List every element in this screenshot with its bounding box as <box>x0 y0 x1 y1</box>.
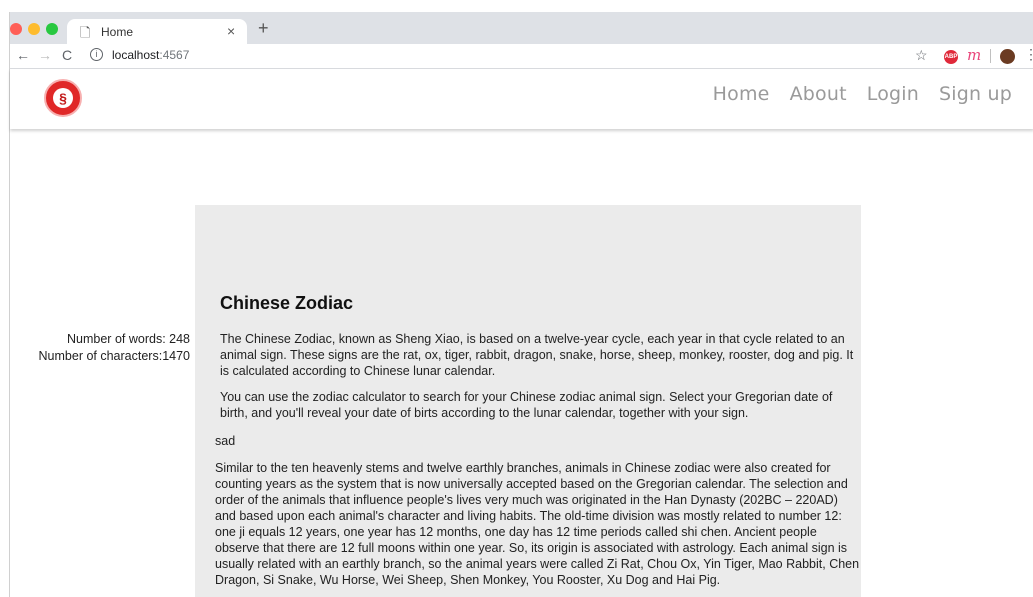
close-window-button[interactable] <box>10 23 22 35</box>
toolbar-divider <box>990 49 991 63</box>
page-icon: 🗋 <box>80 25 91 40</box>
article-title: Chinese Zodiac <box>220 293 354 313</box>
nav-signup[interactable]: Sign up <box>939 83 1012 113</box>
site-logo[interactable]: § <box>44 79 82 117</box>
mention-icon[interactable]: m <box>967 46 981 64</box>
back-icon[interactable]: ← <box>16 47 30 63</box>
minimize-window-button[interactable] <box>28 23 40 35</box>
paragraph-calculator: You can use the zodiac calculator to sea… <box>220 390 833 420</box>
article-panel: Chinese Zodiac The Chinese Zodiac, known… <box>195 205 861 597</box>
text-stats: Number of words: 248 Number of character… <box>10 331 190 365</box>
paragraph-intro: The Chinese Zodiac, known as Sheng Xiao,… <box>220 332 854 378</box>
forward-icon[interactable]: → <box>38 47 52 63</box>
logo-symbol: § <box>53 88 73 108</box>
browser-toolbar: ← → C i localhost:4567 ☆ ABP m ⋮ <box>10 44 1033 69</box>
tab-title: Home <box>101 25 134 39</box>
paragraph-history: Similar to the ten heavenly stems and tw… <box>215 461 860 587</box>
menu-kebab-icon[interactable]: ⋮ <box>1024 46 1033 63</box>
nav-about[interactable]: About <box>790 83 847 113</box>
site-header: § Home About Login Sign up <box>10 69 1033 129</box>
new-tab-button[interactable]: + <box>258 18 269 39</box>
bookmark-star-icon[interactable]: ☆ <box>915 47 928 64</box>
url-text[interactable]: localhost:4567 <box>112 48 189 62</box>
tab-strip: 🗋 Home × + <box>10 12 1033 44</box>
tab-home[interactable]: 🗋 Home × <box>67 19 247 44</box>
url-port: :4567 <box>159 48 190 62</box>
site-nav: Home About Login Sign up <box>693 83 1012 113</box>
info-icon[interactable]: i <box>90 48 103 61</box>
word-count: Number of words: 248 <box>67 332 190 346</box>
reload-icon[interactable]: C <box>62 47 72 63</box>
nav-login[interactable]: Login <box>867 83 919 113</box>
abp-icon[interactable]: ABP <box>944 50 958 64</box>
profile-avatar[interactable] <box>1000 49 1015 64</box>
nav-home[interactable]: Home <box>713 83 770 113</box>
close-tab-icon[interactable]: × <box>227 23 235 39</box>
address-bar[interactable]: i localhost:4567 <box>90 45 930 66</box>
character-count: Number of characters:1470 <box>38 349 190 363</box>
paragraph-sad: sad <box>215 434 236 448</box>
url-host: localhost <box>112 48 160 62</box>
maximize-window-button[interactable] <box>46 23 58 35</box>
browser-window: 🗋 Home × + ← → C i localhost:4567 ☆ ABP … <box>9 12 1033 597</box>
